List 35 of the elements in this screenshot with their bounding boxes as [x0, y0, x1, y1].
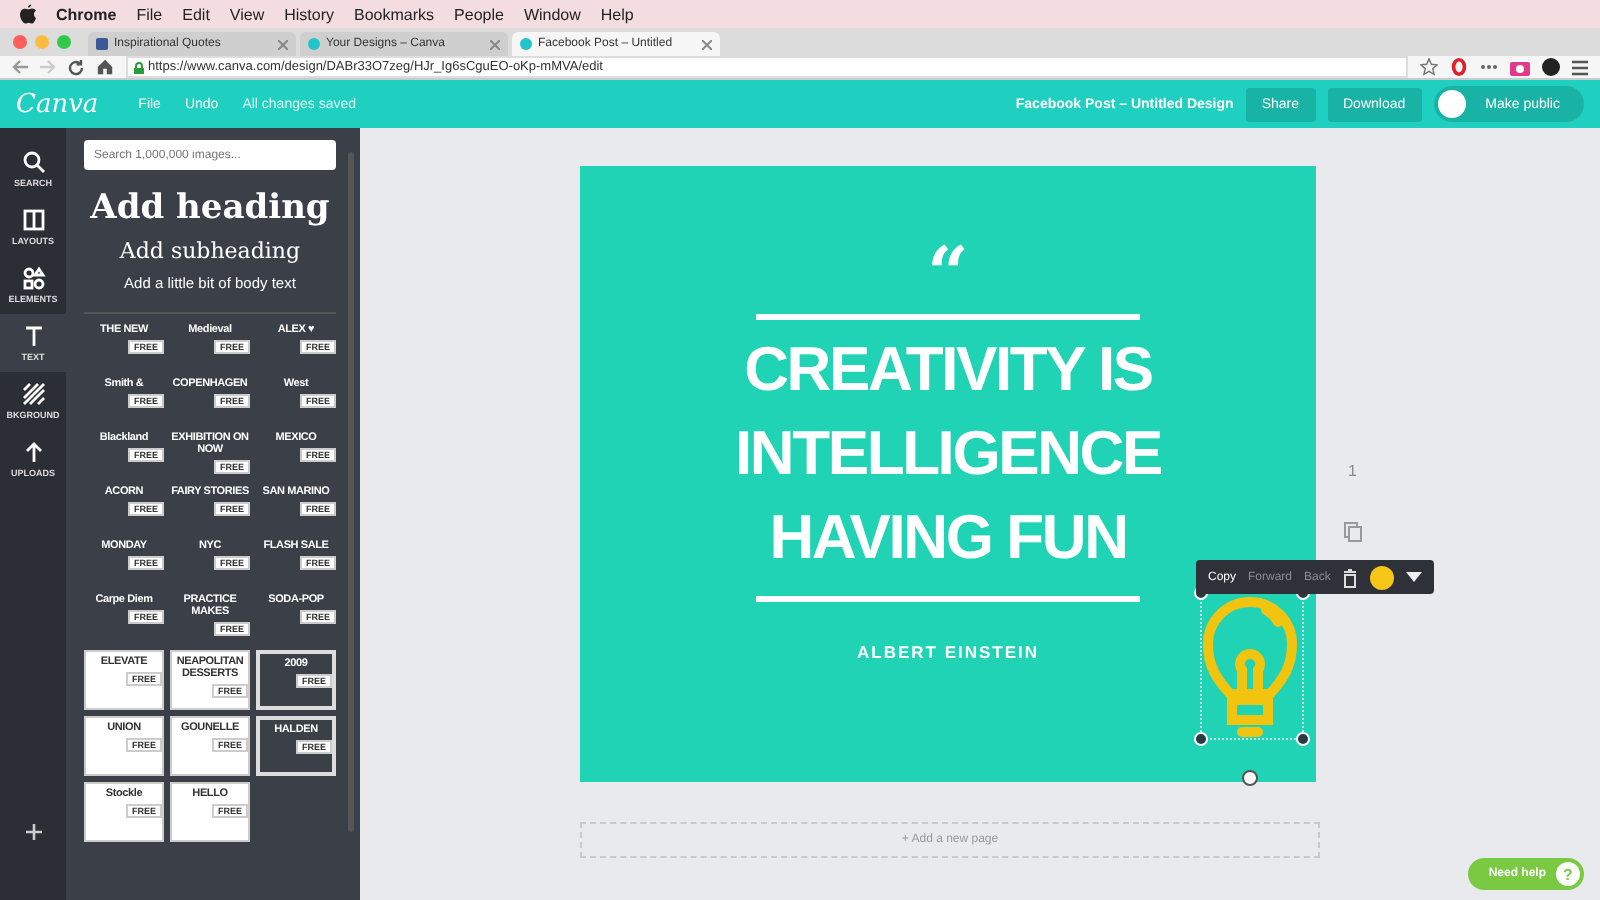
menu-item[interactable]: View [229, 5, 265, 23]
search-icon [21, 150, 45, 174]
add-subheading[interactable]: Add subheading [84, 238, 336, 264]
hamburger-menu-icon[interactable] [1572, 59, 1588, 75]
star-icon[interactable] [1420, 58, 1438, 76]
text-icon [21, 324, 45, 348]
circle-o-icon[interactable] [1450, 58, 1468, 76]
upload-icon [21, 440, 45, 464]
rotate-handle[interactable] [1242, 770, 1258, 786]
apple-icon[interactable] [20, 4, 36, 24]
home-icon[interactable] [96, 58, 114, 76]
close-icon[interactable] [702, 39, 712, 49]
menu-item[interactable]: History [284, 5, 335, 23]
reload-icon[interactable] [68, 59, 84, 75]
menu-item[interactable]: People [454, 5, 504, 23]
pattern-icon [21, 382, 45, 406]
menu-item[interactable]: File [136, 5, 163, 23]
menu-item[interactable]: Help [600, 5, 634, 23]
circle-icon[interactable] [1542, 58, 1560, 76]
menu-item[interactable]: Chrome [56, 5, 117, 23]
camera-icon[interactable] [1510, 59, 1530, 75]
menu-item[interactable]: Window [523, 5, 581, 23]
menu-item[interactable]: Edit [182, 5, 210, 23]
add-icon[interactable] [25, 824, 41, 840]
color-swatch[interactable] [1370, 565, 1395, 589]
menu-item[interactable]: Bookmarks [354, 5, 435, 23]
shapes-icon [21, 266, 45, 290]
add-heading[interactable]: Add heading [84, 188, 336, 228]
caret-icon[interactable] [1406, 572, 1423, 582]
trash-icon[interactable] [1342, 567, 1359, 587]
lock-icon [134, 61, 144, 73]
back-icon[interactable] [12, 60, 28, 74]
more-icon[interactable] [1480, 64, 1498, 70]
page-number: 1 [1348, 462, 1357, 480]
layout-icon [21, 208, 45, 232]
